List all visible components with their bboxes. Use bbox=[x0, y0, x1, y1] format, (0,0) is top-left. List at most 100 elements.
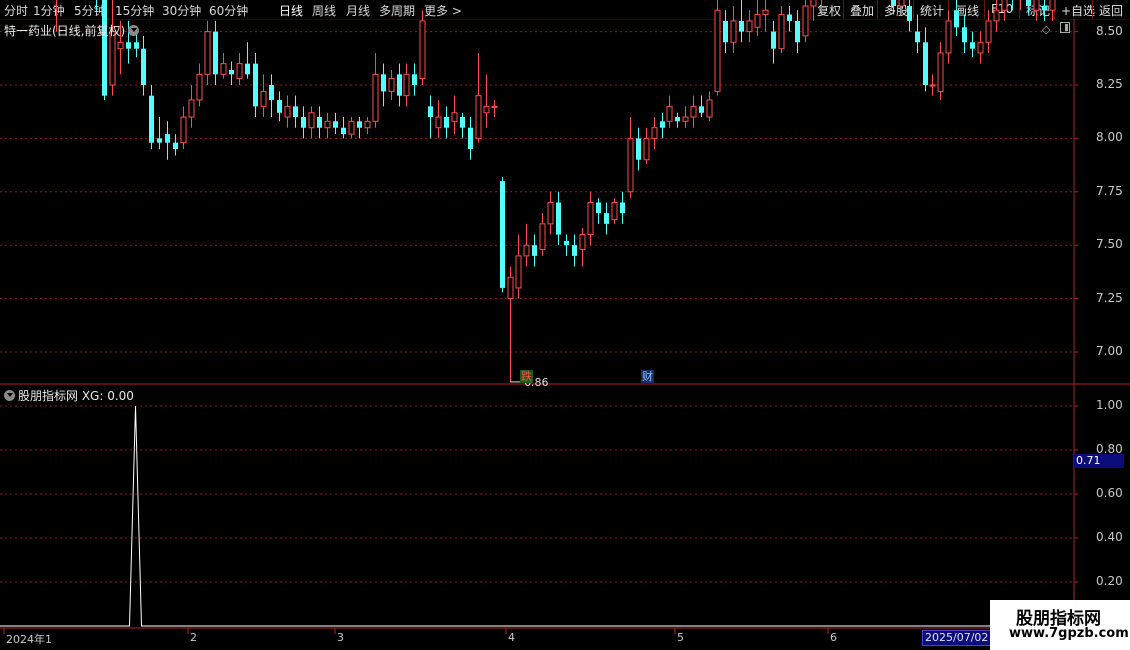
candle-body bbox=[1049, 0, 1056, 11]
candle-body bbox=[970, 42, 975, 49]
candle-body bbox=[451, 112, 458, 122]
candle-body bbox=[428, 106, 433, 118]
candle-body bbox=[1001, 0, 1008, 11]
candle-body bbox=[937, 52, 944, 92]
candle-body bbox=[204, 31, 211, 75]
date-label: 5 bbox=[677, 631, 684, 644]
candle-body bbox=[620, 202, 625, 214]
candle-body bbox=[1033, 0, 1040, 11]
candle-body bbox=[539, 223, 546, 250]
candle-body bbox=[269, 85, 274, 100]
candle-body bbox=[245, 63, 250, 75]
candle-body bbox=[730, 20, 737, 43]
candle-body bbox=[293, 106, 298, 118]
candle-body bbox=[945, 20, 952, 54]
current-date-tag: 2025/07/02 bbox=[922, 630, 992, 646]
price-axis-label: 8.25 bbox=[1096, 77, 1123, 91]
candle-body bbox=[762, 9, 769, 16]
candle-body bbox=[532, 245, 537, 256]
candle-body bbox=[403, 73, 410, 97]
event-marker[interactable]: 跌 bbox=[520, 370, 533, 383]
candle-body bbox=[579, 234, 586, 250]
candle-body bbox=[364, 120, 371, 129]
candle-body bbox=[954, 10, 959, 28]
candle-body bbox=[141, 48, 146, 85]
event-marker[interactable]: 财 bbox=[641, 370, 654, 383]
candle-body bbox=[977, 41, 984, 54]
candle-body bbox=[149, 95, 154, 143]
candle-body bbox=[564, 240, 569, 246]
candle-body bbox=[515, 255, 522, 289]
price-axis-label: 7.75 bbox=[1096, 183, 1123, 198]
candle-body bbox=[341, 127, 346, 135]
candle-body bbox=[923, 42, 928, 85]
candle-body bbox=[1042, 5, 1047, 11]
xg-indicator-line bbox=[0, 405, 1074, 627]
date-label: 6 bbox=[830, 631, 837, 644]
candle-body bbox=[236, 63, 243, 80]
candle-body bbox=[372, 73, 379, 122]
diamond-icon[interactable]: ◇ bbox=[1042, 23, 1050, 36]
indicator-axis-label: 0.60 bbox=[1096, 486, 1123, 500]
candle-body bbox=[435, 116, 442, 129]
candle-body bbox=[507, 276, 514, 300]
candle-body bbox=[284, 105, 291, 118]
panel-toggle-icon[interactable] bbox=[1060, 22, 1070, 33]
candle-body bbox=[611, 201, 618, 221]
candle-body bbox=[547, 201, 554, 225]
indicator-options-icon[interactable] bbox=[4, 390, 15, 401]
candle-body bbox=[460, 117, 465, 128]
candle-body bbox=[324, 120, 331, 129]
candle-body bbox=[196, 73, 203, 101]
candle-body bbox=[333, 121, 338, 128]
candle-body bbox=[771, 31, 776, 49]
chart-title[interactable]: 特一药业(日线,前复权) bbox=[4, 22, 140, 39]
candle-body bbox=[277, 99, 282, 113]
candle-body bbox=[985, 20, 992, 43]
candle-body bbox=[412, 74, 417, 85]
candle-body bbox=[1026, 0, 1031, 6]
candle-body bbox=[596, 202, 601, 214]
candle-body bbox=[260, 90, 267, 107]
candle-body bbox=[706, 99, 713, 118]
indicator-title[interactable]: 股朋指标网 XG: 0.00 bbox=[4, 387, 134, 404]
kline-chart[interactable]: 9.906.86 bbox=[0, 0, 1130, 650]
candle-body bbox=[636, 138, 641, 160]
candle-body bbox=[810, 0, 817, 7]
candle-body bbox=[126, 42, 131, 49]
candle-body bbox=[802, 5, 809, 37]
candle-body bbox=[491, 105, 498, 108]
chart-options-icon[interactable] bbox=[128, 25, 140, 36]
candle-body bbox=[993, 9, 1000, 22]
date-label: 2024年1 bbox=[6, 633, 52, 646]
candle-body bbox=[253, 63, 258, 107]
indicator-axis-label: 0.40 bbox=[1096, 530, 1123, 544]
candle-body bbox=[754, 14, 761, 28]
watermark-url: www.7gpzb.com bbox=[1009, 626, 1129, 641]
candle-body bbox=[308, 112, 315, 129]
candle-body bbox=[795, 20, 800, 43]
candle-body bbox=[188, 99, 195, 118]
candle-body bbox=[357, 121, 362, 128]
candle-body bbox=[220, 63, 227, 75]
cursor-value-tag: 0.71 bbox=[1074, 454, 1124, 468]
candle-body bbox=[213, 31, 218, 75]
candle-body bbox=[746, 20, 753, 33]
candle-body bbox=[301, 117, 306, 128]
candle-body bbox=[381, 74, 386, 92]
candle-body bbox=[572, 245, 577, 256]
candle-body bbox=[419, 20, 426, 80]
candle-body bbox=[157, 138, 162, 143]
candle-body bbox=[604, 213, 609, 224]
candle-body bbox=[180, 116, 187, 144]
indicator-axis-label: 0.20 bbox=[1096, 574, 1123, 588]
date-label: 4 bbox=[508, 631, 515, 644]
candle-body bbox=[915, 31, 920, 43]
candle-body bbox=[475, 95, 482, 139]
candle-body bbox=[787, 14, 792, 21]
price-axis-label: 7.00 bbox=[1096, 344, 1123, 358]
candle-body bbox=[666, 105, 673, 122]
candle-body bbox=[699, 106, 704, 113]
candle-body bbox=[929, 84, 936, 87]
candle-body bbox=[388, 78, 395, 92]
